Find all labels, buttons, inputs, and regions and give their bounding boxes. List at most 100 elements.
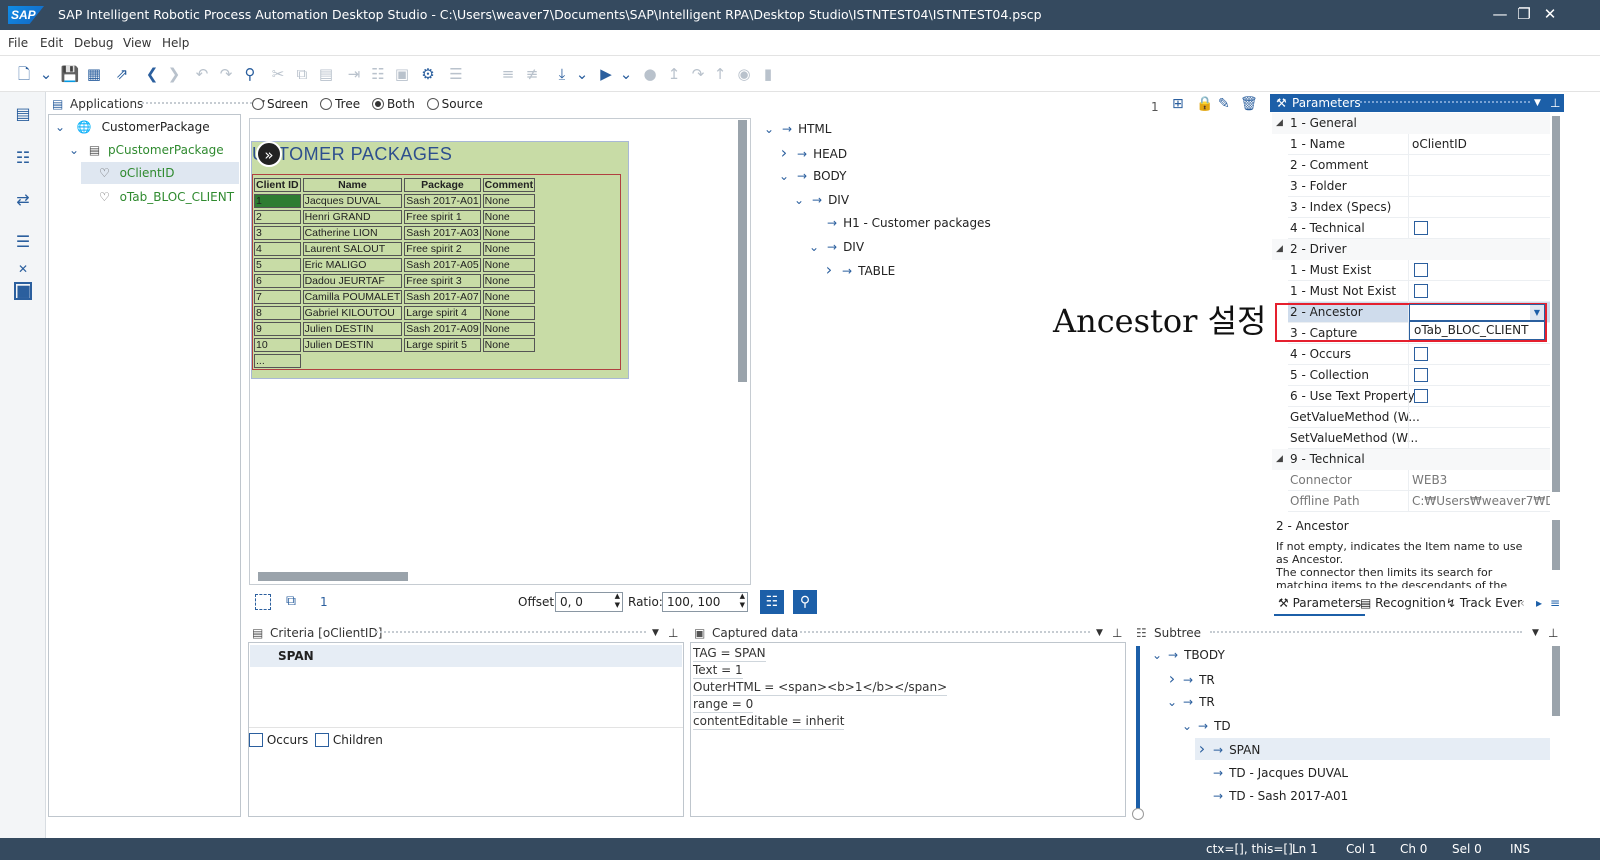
tab-next-icon[interactable]: ▸ (1536, 592, 1542, 614)
param-row[interactable]: 1 - Name oClientID (1288, 134, 1550, 155)
chevron-down-icon[interactable]: ⌄ (762, 118, 776, 140)
chevron-down-icon[interactable]: ⌄ (67, 139, 81, 161)
parameters-scrollbar[interactable] (1552, 116, 1560, 492)
forward-icon[interactable]: ❯ (164, 64, 184, 84)
param-value[interactable]: oClientID (1412, 134, 1467, 155)
copy-pages-icon[interactable]: ⧉ (286, 593, 296, 609)
table-cell[interactable]: None (482, 290, 536, 304)
radio-tree[interactable]: Tree (320, 97, 360, 111)
breakpoint-icon[interactable]: ● (640, 64, 660, 84)
paste-icon[interactable]: ▤ (316, 64, 336, 84)
table-cell[interactable]: Dadou JEURTAF (302, 274, 403, 288)
save-all-icon[interactable]: ▦ (84, 64, 104, 84)
children-checkbox[interactable] (315, 733, 330, 747)
subtree-node[interactable]: ⌄ → TR (1165, 691, 1215, 713)
subtree-node[interactable]: › → TR (1165, 668, 1215, 690)
tree-item-oclientid[interactable]: ♡ oClientID (81, 162, 239, 184)
table-cell[interactable]: Large spirit 4 (404, 306, 481, 320)
table-cell[interactable]: Free spirit 1 (404, 210, 481, 224)
preview-vertical-scrollbar[interactable] (738, 120, 747, 382)
spinner-arrows-icon[interactable]: ▲ ▼ (740, 592, 745, 610)
tree-icon[interactable]: ☷ (368, 64, 388, 84)
tab-parameters[interactable]: ⚒ Parameters (1274, 592, 1366, 616)
table-cell[interactable]: Henri GRAND (302, 210, 403, 224)
spinner-arrows-icon[interactable]: ▲ ▼ (615, 592, 620, 610)
chevron-down-icon[interactable]: ⌄ (1180, 715, 1194, 737)
tab-track-events[interactable]: ↯ Track Ever (1446, 592, 1522, 614)
format-icon[interactable]: ≡ (498, 64, 518, 84)
menu-view[interactable]: View (123, 36, 151, 50)
cut-icon[interactable]: ✂ (268, 64, 288, 84)
screen-capture-icon[interactable]: ■ (14, 282, 32, 300)
param-row[interactable]: SetValueMethod (W... (1288, 428, 1550, 449)
delete-icon[interactable]: 🗑 (1240, 96, 1258, 112)
settings-sliders-icon[interactable]: ⚙ (418, 64, 438, 84)
minimize-icon[interactable]: — (1490, 4, 1510, 24)
table-cell[interactable]: Sash 2017-A07 (404, 290, 481, 304)
table-cell[interactable]: None (482, 338, 536, 352)
param-row[interactable]: 4 - Occurs (1288, 344, 1550, 365)
param-row[interactable]: Connector WEB3 (1288, 470, 1550, 491)
table-cell[interactable]: Sash 2017-A05 (404, 258, 481, 272)
menu-edit[interactable]: Edit (40, 36, 63, 50)
subtree-node[interactable]: → TD - Sash 2017-A01 (1195, 785, 1348, 807)
dom-node[interactable]: ⌄ → DIV (807, 236, 864, 258)
table-cell[interactable]: 7 (254, 290, 301, 304)
back-icon[interactable]: ❮ (142, 64, 162, 84)
subtree-node[interactable]: ⌄ → TBODY (1150, 644, 1225, 666)
param-checkbox[interactable] (1414, 263, 1428, 277)
param-row[interactable]: 3 - Index (Specs) (1288, 197, 1550, 218)
table-cell[interactable]: Large spirit 5 (404, 338, 481, 352)
table-row[interactable]: 3 Catherine LION Sash 2017-A03 None (254, 226, 536, 240)
chevron-right-icon[interactable]: › (777, 142, 791, 164)
table-cell[interactable]: Free spirit 3 (404, 274, 481, 288)
subtree-node[interactable]: ⌄ → TD (1180, 715, 1231, 737)
subtree-slider-handle[interactable] (1132, 808, 1144, 820)
table-cell[interactable]: 8 (254, 306, 301, 320)
help-scrollbar[interactable] (1552, 520, 1560, 570)
param-checkbox[interactable] (1414, 284, 1428, 298)
stop-icon[interactable]: ◉ (734, 64, 754, 84)
dom-node[interactable]: ⌄ → DIV (792, 189, 849, 211)
table-row[interactable]: 8 Gabriel KILOUTOU Large spirit 4 None (254, 306, 536, 320)
menu-help[interactable]: Help (162, 36, 189, 50)
drag-handle[interactable] (1360, 101, 1530, 103)
param-row[interactable]: 2 - Comment (1288, 155, 1550, 176)
step-over-icon[interactable]: ↷ (688, 64, 708, 84)
menu-debug[interactable]: Debug (74, 36, 113, 50)
comment-icon[interactable]: ☰ (446, 64, 466, 84)
table-row[interactable]: 7 Camilla POUMALET Sash 2017-A07 None (254, 290, 536, 304)
table-cell[interactable]: Julien DESTIN (302, 338, 403, 352)
table-cell[interactable]: Sash 2017-A01 (404, 194, 481, 208)
save-icon[interactable]: 💾 (60, 64, 80, 84)
frame-icon[interactable]: ▣ (392, 64, 412, 84)
subtree-scrollbar[interactable] (1552, 646, 1560, 716)
tree-item-pcustomerpackage[interactable]: ⌄ ▤ pCustomerPackage (67, 139, 224, 161)
table-row[interactable]: 10 Julien DESTIN Large spirit 5 None (254, 338, 536, 352)
table-cell[interactable]: ... (254, 354, 301, 368)
table-cell[interactable]: Sash 2017-A03 (404, 226, 481, 240)
param-row[interactable]: 1 - Must Not Exist (1288, 281, 1550, 302)
param-row[interactable]: Offline Path C:₩Users₩weaver7₩Docu (1288, 491, 1550, 512)
pin-icon[interactable]: ⊥ (1112, 623, 1122, 643)
build-dropdown-icon[interactable]: ⌄ (572, 64, 592, 84)
occurs-checkbox[interactable] (249, 733, 263, 747)
table-cell[interactable]: None (482, 226, 536, 240)
workflow-icon[interactable]: ⇄ (11, 188, 35, 212)
dropdown-arrow-icon[interactable]: ▼ (1530, 305, 1544, 320)
restore-icon[interactable]: ❐ (1514, 4, 1534, 24)
unformat-icon[interactable]: ≢ (522, 64, 542, 84)
table-row[interactable]: 1 Jacques DUVAL Sash 2017-A01 None (254, 194, 536, 208)
copy-icon[interactable]: ⧉ (292, 64, 312, 84)
param-row[interactable]: 1 - Must Exist (1288, 260, 1550, 281)
table-cell[interactable]: None (482, 258, 536, 272)
collapse-icon[interactable]: ◢ (1276, 239, 1283, 260)
export-icon[interactable]: ⇗ (112, 64, 132, 84)
explorer-icon[interactable]: ☷ (11, 146, 35, 170)
table-cell[interactable]: None (482, 274, 536, 288)
table-cell[interactable]: Gabriel KILOUTOU (302, 306, 403, 320)
capture-page-icon[interactable]: ⊞ (1172, 96, 1184, 112)
edit-icon[interactable]: ✎ (1218, 96, 1230, 112)
table-cell[interactable]: Jacques DUVAL (302, 194, 403, 208)
collapse-icon[interactable]: ◢ (1276, 113, 1283, 134)
